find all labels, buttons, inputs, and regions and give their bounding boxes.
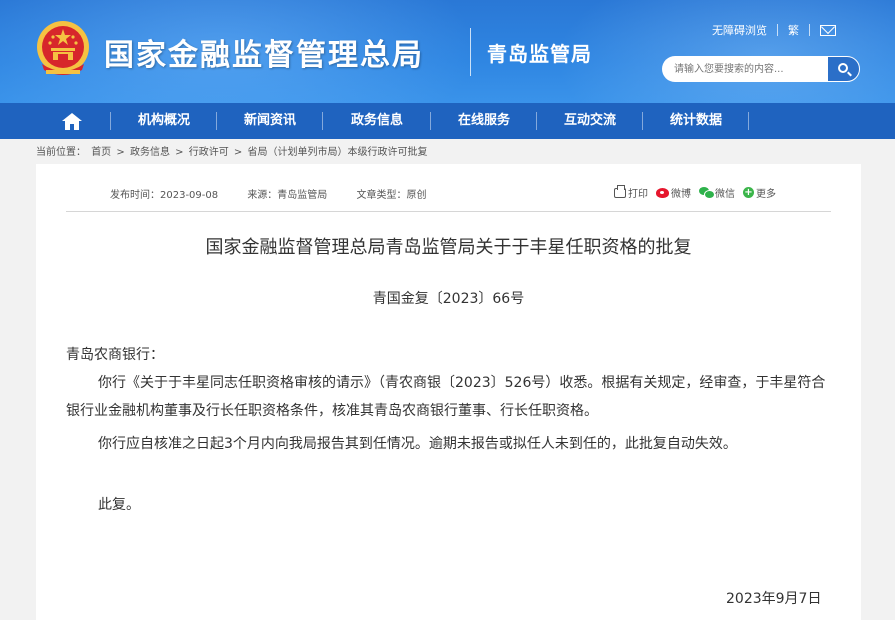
printer-icon [614, 184, 626, 198]
issue-date: 2023年9月7日 [726, 591, 822, 607]
search-icon-handle [847, 71, 852, 77]
nav-item-online-services[interactable]: 在线服务 [432, 103, 536, 139]
search-button[interactable] [827, 56, 860, 82]
top-links: 无障碍浏览 繁 [712, 22, 836, 38]
body-paragraph: 你行应自核准之日起3个月内向我局报告其到任情况。逾期未报告或拟任人未到任的，此批… [98, 436, 737, 452]
accessibility-link[interactable]: 无障碍浏览 [712, 22, 767, 38]
article-title: 国家金融监督管理总局青岛监管局关于于丰星任职资格的批复 [205, 237, 692, 258]
article-panel: 发布时间：2023-09-08 来源：青岛监管局 文章类型：原创 打印 微博 微… [36, 164, 861, 620]
plus-icon: + [743, 187, 754, 198]
breadcrumb-item-current[interactable]: 省局（计划单列市局）本级行政许可批复 [247, 147, 427, 158]
header-glow-right [555, 0, 895, 103]
share-wechat-button[interactable]: 微信 [699, 185, 735, 200]
wechat-icon [699, 187, 715, 199]
title-divider [470, 28, 471, 76]
body-paragraph: 你行《关于于丰星同志任职资格审核的请示》（青农商银〔2023〕526号）收悉。根… [66, 375, 826, 419]
article-source: 来源：青岛监管局 [247, 190, 328, 201]
closing-line: 此复。 [98, 497, 140, 513]
nav-divider [110, 112, 111, 130]
print-button[interactable]: 打印 [614, 184, 648, 200]
nav-divider [430, 112, 431, 130]
mail-icon[interactable] [820, 24, 836, 36]
link-divider [809, 24, 810, 36]
nav-divider [536, 112, 537, 130]
nav-divider [322, 112, 323, 130]
addressee: 青岛农商银行： [66, 347, 164, 363]
traditional-chinese-link[interactable]: 繁 [788, 22, 799, 38]
nav-divider [642, 112, 643, 130]
breadcrumb-separator: > [175, 147, 184, 158]
article-meta: 发布时间：2023-09-08 来源：青岛监管局 文章类型：原创 [110, 186, 453, 201]
publish-time: 发布时间：2023-09-08 [110, 190, 219, 201]
more-label: 更多 [756, 189, 776, 200]
national-emblem-icon [37, 21, 89, 75]
article-type: 文章类型：原创 [356, 190, 427, 201]
document-number: 青国金复〔2023〕66号 [372, 291, 525, 307]
weibo-icon [656, 187, 669, 198]
weibo-label: 微博 [671, 189, 691, 200]
site-header: 国家金融监督管理总局 青岛监管局 无障碍浏览 繁 [0, 0, 895, 103]
meta-divider [66, 211, 831, 212]
share-bar: 打印 微博 微信 + 更多 [614, 184, 784, 200]
search-input[interactable] [662, 56, 827, 82]
breadcrumb: 当前位置： 首页 > 政务信息 > 行政许可 > 省局（计划单列市局）本级行政许… [36, 143, 429, 158]
home-icon[interactable] [62, 113, 82, 130]
nav-divider [748, 112, 749, 130]
nav-item-statistics[interactable]: 统计数据 [644, 103, 748, 139]
link-divider [777, 24, 778, 36]
breadcrumb-item-government-info[interactable]: 政务信息 [130, 147, 170, 158]
main-nav: 机构概况 新闻资讯 政务信息 在线服务 互动交流 统计数据 [0, 103, 895, 139]
share-more-button[interactable]: + 更多 [743, 185, 776, 200]
share-weibo-button[interactable]: 微博 [656, 185, 691, 200]
breadcrumb-item-home[interactable]: 首页 [91, 147, 111, 158]
breadcrumb-separator: > [233, 147, 243, 158]
breadcrumb-label: 当前位置： [36, 147, 86, 158]
print-label: 打印 [628, 189, 648, 200]
nav-item-government-info[interactable]: 政务信息 [324, 103, 430, 139]
breadcrumb-item-admin-license[interactable]: 行政许可 [189, 147, 229, 158]
branch-title[interactable]: 青岛监管局 [487, 38, 592, 67]
nav-item-news[interactable]: 新闻资讯 [218, 103, 322, 139]
wechat-label: 微信 [715, 189, 735, 200]
site-title[interactable]: 国家金融监督管理总局 [104, 30, 424, 74]
search-box [662, 56, 860, 82]
nav-item-interaction[interactable]: 互动交流 [538, 103, 642, 139]
breadcrumb-separator: > [116, 147, 125, 158]
nav-divider [216, 112, 217, 130]
nav-item-about[interactable]: 机构概况 [112, 103, 216, 139]
